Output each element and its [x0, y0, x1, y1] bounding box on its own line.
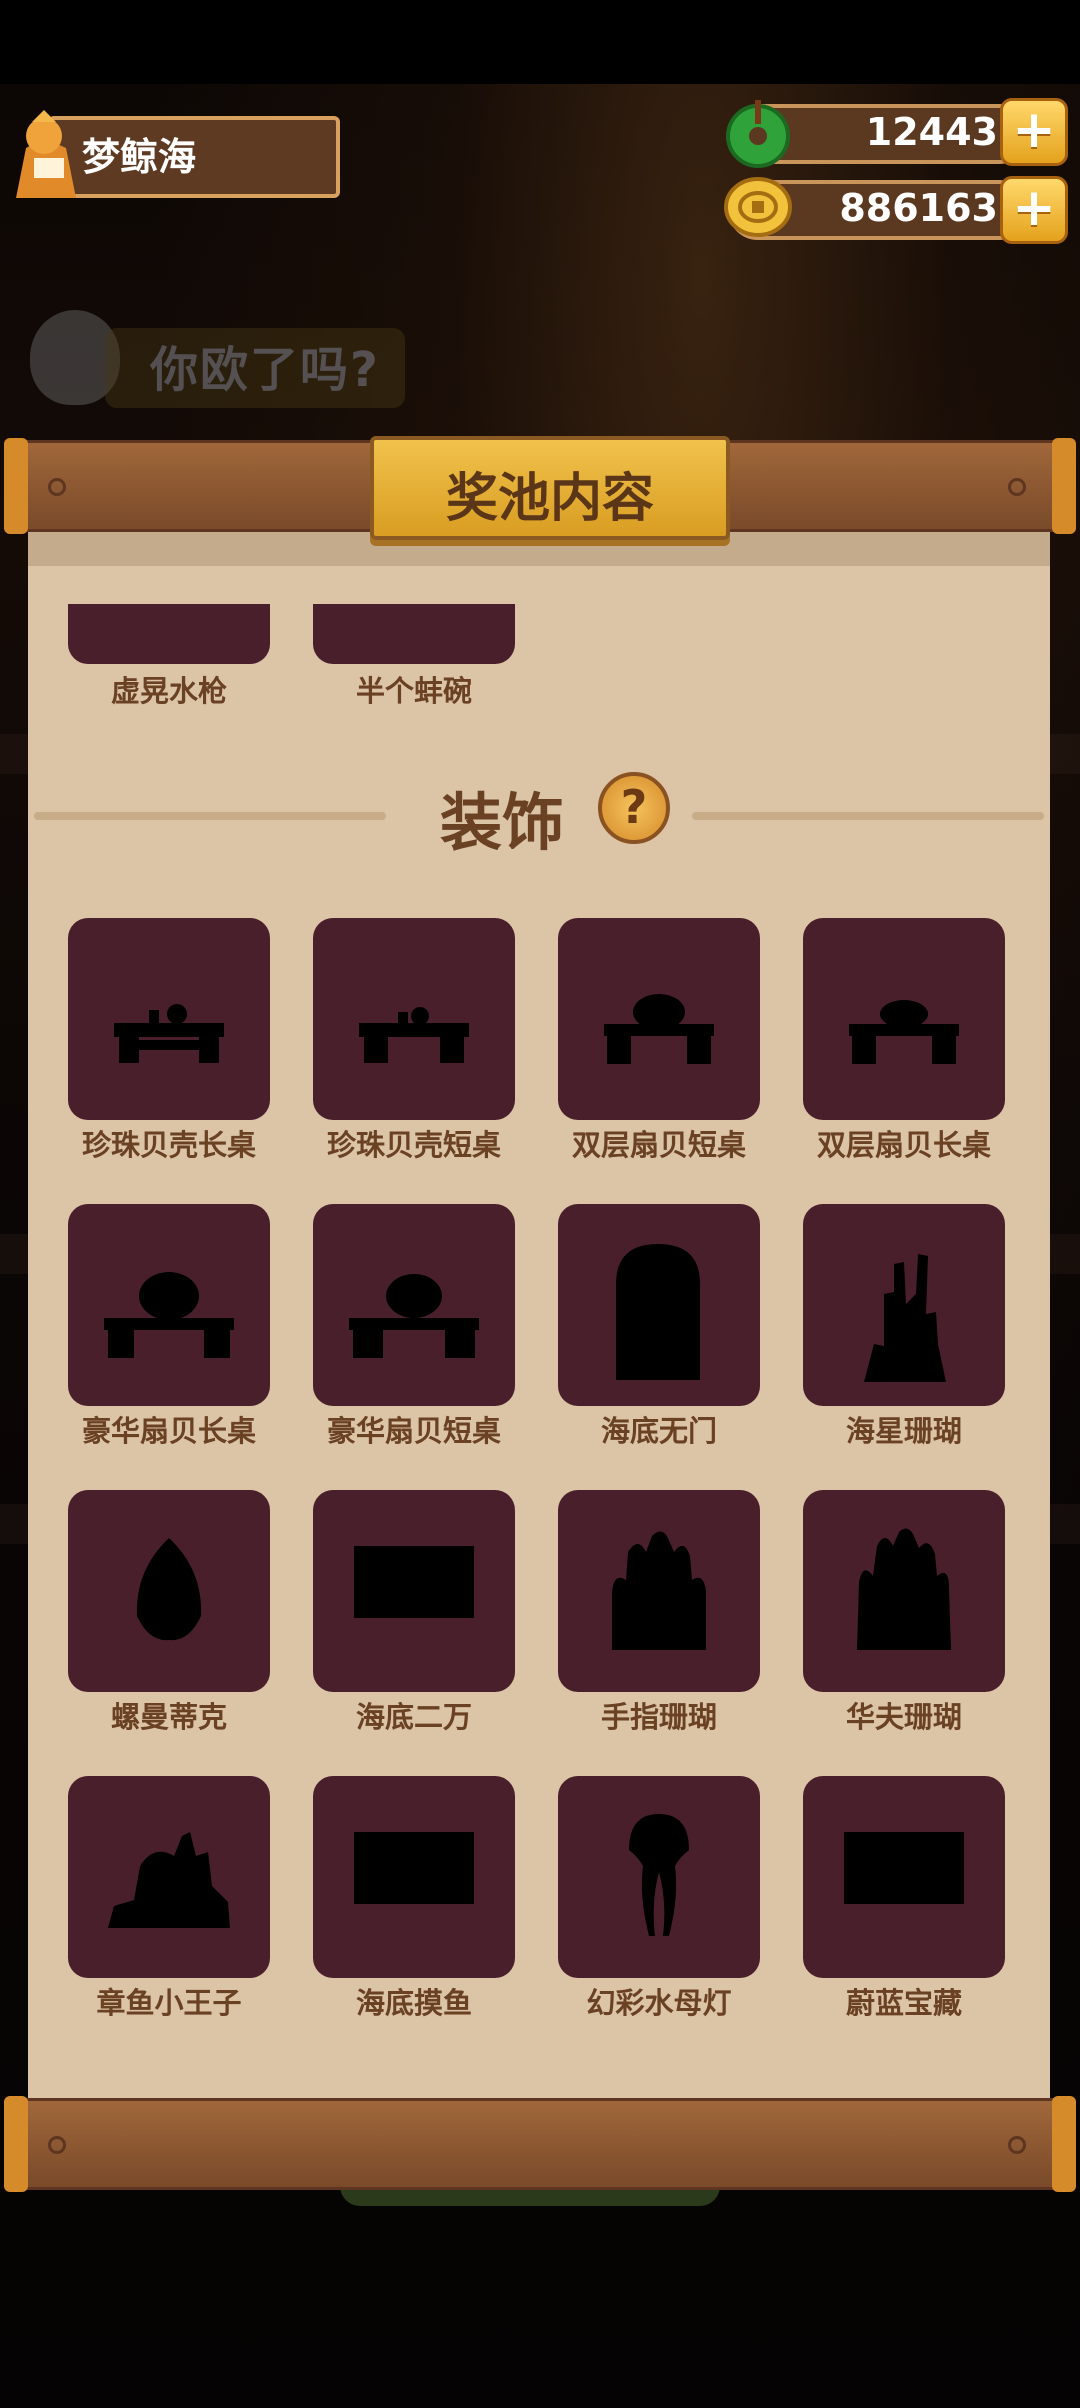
decor-item-label: 幻彩水母灯 [586, 1986, 732, 2020]
item-label: 半个蚌碗 [355, 674, 472, 708]
decor-item-tile[interactable] [313, 1204, 515, 1406]
jade-amount: 12443 [865, 110, 998, 154]
decor-item-tile[interactable] [803, 1204, 1005, 1406]
decor-item-label: 蔚蓝宝藏 [845, 1986, 962, 2020]
table-silhouette-icon [349, 1274, 479, 1358]
jade-icon [726, 100, 790, 168]
decor-item-label: 珍珠贝壳长桌 [81, 1128, 256, 1162]
decor-item-label: 海星珊瑚 [845, 1414, 962, 1448]
decor-item-tile[interactable] [558, 918, 760, 1120]
finger-coral-silhouette-icon [612, 1531, 706, 1650]
decor-item-label: 豪华扇贝短桌 [326, 1414, 501, 1448]
decor-item-label: 珍珠贝壳短桌 [326, 1128, 501, 1162]
decor-item-tile[interactable] [558, 1204, 760, 1406]
decor-item-tile[interactable] [68, 918, 270, 1120]
decor-item-tile[interactable] [558, 1490, 760, 1692]
panel-title: 奖池内容 [445, 469, 654, 529]
rect-silhouette-icon [354, 1832, 474, 1904]
item-label: 虚晃水枪 [110, 674, 227, 708]
decor-item-tile[interactable] [313, 1776, 515, 1978]
decor-item-tile[interactable] [68, 1204, 270, 1406]
bolt-icon [48, 2136, 66, 2154]
decor-item-tile[interactable] [313, 918, 515, 1120]
help-button[interactable]: ? [598, 772, 670, 844]
decor-item-label: 章鱼小王子 [96, 1986, 242, 2020]
decor-item-label: 双层扇贝短桌 [571, 1128, 746, 1162]
gold-amount: 886163 [839, 186, 998, 230]
table-silhouette-icon [849, 1000, 959, 1064]
add-jade-button[interactable]: + [1000, 98, 1068, 166]
status-bar-area [0, 0, 1080, 84]
player-avatar-icon[interactable] [6, 108, 84, 200]
decor-item-label: 豪华扇贝长桌 [81, 1414, 256, 1448]
panel-bottom-wood-bar [10, 2098, 1070, 2190]
decor-item-label: 螺曼蒂克 [110, 1700, 227, 1734]
finger-coral-silhouette-icon [857, 1528, 951, 1650]
decor-item-label: 海底无门 [600, 1414, 717, 1448]
decor-item-tile[interactable] [68, 1490, 270, 1692]
gold-coin-icon [724, 177, 792, 237]
table-silhouette-icon [359, 1007, 469, 1063]
item-tile[interactable] [68, 604, 270, 664]
bolt-icon [1008, 2136, 1026, 2154]
rect-silhouette-icon [354, 1546, 474, 1618]
background-banner-text: 你欧了吗? [150, 342, 380, 398]
item-tile[interactable] [313, 604, 515, 664]
add-gold-button[interactable]: + [1000, 176, 1068, 244]
octopus-silhouette-icon [108, 1832, 230, 1928]
section-divider-right [692, 812, 1044, 820]
table-silhouette-icon [604, 994, 714, 1064]
coral-silhouette-icon [864, 1254, 946, 1382]
panel-bottom-right-end [1052, 2096, 1076, 2192]
gate-silhouette-icon [616, 1244, 700, 1380]
player-name: 梦鲸海 [82, 135, 197, 179]
rect-silhouette-icon [844, 1832, 964, 1904]
panel-top-left-end [4, 438, 28, 534]
decor-item-label: 海底摸鱼 [355, 1986, 472, 2020]
panel-top-right-end [1052, 438, 1076, 534]
decor-item-tile[interactable] [558, 1776, 760, 1978]
table-silhouette-icon [114, 1004, 224, 1063]
decor-item-tile[interactable] [803, 1776, 1005, 1978]
table-silhouette-icon [104, 1272, 234, 1358]
decor-item-tile[interactable] [68, 1776, 270, 1978]
panel-bottom-left-end [4, 2096, 28, 2192]
shell-silhouette-icon [136, 1538, 202, 1641]
section-title: 装饰 [440, 786, 565, 859]
decor-item-tile[interactable] [803, 918, 1005, 1120]
decor-item-tile[interactable] [313, 1490, 515, 1692]
decor-item-label: 手指珊瑚 [600, 1700, 717, 1734]
jellyfish-silhouette-icon [629, 1814, 689, 1936]
bolt-icon [1008, 478, 1026, 496]
section-divider-left [34, 812, 386, 820]
decor-item-tile[interactable] [803, 1490, 1005, 1692]
decor-item-label: 华夫珊瑚 [845, 1700, 962, 1734]
decor-item-label: 海底二万 [355, 1700, 472, 1734]
bolt-icon [48, 478, 66, 496]
decor-item-label: 双层扇贝长桌 [816, 1128, 991, 1162]
